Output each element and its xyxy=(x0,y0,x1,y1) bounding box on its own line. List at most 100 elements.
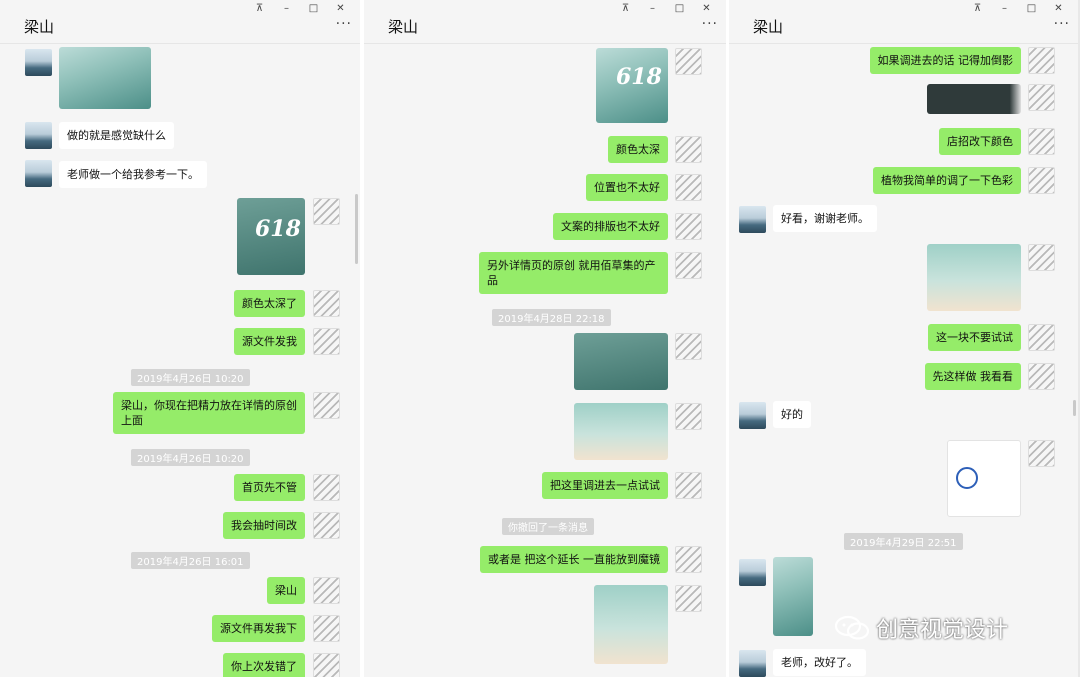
self-avatar[interactable] xyxy=(1028,167,1055,194)
image-message[interactable] xyxy=(927,244,1021,311)
chat-title: 梁山 xyxy=(388,18,419,36)
pin-button[interactable]: ⊼ xyxy=(612,1,639,17)
chat-window-1: 梁山 ⊼ – □ ✕ ··· 做的就是感觉缺什么 老师做一个给我参考一下。 61… xyxy=(0,0,360,677)
self-avatar[interactable] xyxy=(1028,47,1055,74)
watermark: 创意视觉设计 xyxy=(834,612,1008,644)
timestamp: 2019年4月28日 22:18 xyxy=(492,309,611,326)
self-avatar[interactable] xyxy=(313,615,340,642)
message-bubble[interactable]: 老师，改好了。 xyxy=(773,649,866,676)
minimize-button[interactable]: – xyxy=(991,1,1018,17)
message-bubble[interactable]: 店招改下颜色 xyxy=(939,128,1021,155)
message-bubble[interactable]: 你上次发错了 xyxy=(223,653,305,677)
self-avatar[interactable] xyxy=(675,252,702,279)
timestamp: 你撤回了一条消息 xyxy=(502,518,594,535)
image-message[interactable]: 618 xyxy=(237,198,305,275)
timestamp: 2019年4月29日 22:51 xyxy=(844,533,963,550)
self-avatar[interactable] xyxy=(675,174,702,201)
message-bubble[interactable]: 把这里调进去一点试试 xyxy=(542,472,668,499)
image-message[interactable] xyxy=(59,47,151,109)
self-avatar[interactable] xyxy=(675,213,702,240)
message-bubble[interactable]: 颜色太深了 xyxy=(234,290,305,317)
contact-avatar[interactable] xyxy=(25,49,52,76)
chat-header: 梁山 ⊼ – □ ✕ ··· xyxy=(364,0,726,44)
self-avatar[interactable] xyxy=(675,472,702,499)
message-bubble[interactable]: 植物我简单的调了一下色彩 xyxy=(873,167,1021,194)
message-bubble[interactable]: 或者是 把这个延长 一直能放到魔镜 xyxy=(480,546,668,573)
pin-button[interactable]: ⊼ xyxy=(964,1,991,17)
self-avatar[interactable] xyxy=(313,474,340,501)
self-avatar[interactable] xyxy=(313,512,340,539)
self-avatar[interactable] xyxy=(675,333,702,360)
self-avatar[interactable] xyxy=(1028,128,1055,155)
self-avatar[interactable] xyxy=(1028,84,1055,111)
timestamp: 2019年4月26日 10:20 xyxy=(131,449,250,466)
image-overlay-text: 618 xyxy=(616,64,662,90)
more-options-button[interactable]: ··· xyxy=(336,16,352,32)
close-button[interactable]: ✕ xyxy=(327,1,354,17)
close-button[interactable]: ✕ xyxy=(693,1,720,17)
maximize-button[interactable]: □ xyxy=(666,1,693,17)
image-message[interactable] xyxy=(773,557,813,636)
minimize-button[interactable]: – xyxy=(273,1,300,17)
self-avatar[interactable] xyxy=(1028,244,1055,271)
self-avatar[interactable] xyxy=(675,136,702,163)
maximize-button[interactable]: □ xyxy=(1018,1,1045,17)
self-avatar[interactable] xyxy=(675,48,702,75)
self-avatar[interactable] xyxy=(1028,440,1055,467)
maximize-button[interactable]: □ xyxy=(300,1,327,17)
self-avatar[interactable] xyxy=(313,198,340,225)
message-bubble[interactable]: 位置也不太好 xyxy=(586,174,668,201)
more-options-button[interactable]: ··· xyxy=(702,16,718,32)
self-avatar[interactable] xyxy=(675,546,702,573)
image-message[interactable] xyxy=(594,585,668,664)
image-message[interactable] xyxy=(947,440,1021,517)
message-bubble[interactable]: 如果调进去的话 记得加倒影 xyxy=(869,47,1021,74)
message-bubble[interactable]: 源文件再发我下 xyxy=(212,615,305,642)
self-avatar[interactable] xyxy=(313,653,340,677)
message-bubble[interactable]: 源文件发我 xyxy=(234,328,305,355)
contact-avatar[interactable] xyxy=(25,160,52,187)
scrollbar-thumb[interactable] xyxy=(1073,400,1076,416)
contact-avatar[interactable] xyxy=(25,122,52,149)
contact-avatar[interactable] xyxy=(739,559,766,586)
image-detail xyxy=(956,467,978,489)
scrollbar-thumb[interactable] xyxy=(355,194,358,264)
image-message[interactable]: 618 xyxy=(596,48,668,123)
more-options-button[interactable]: ··· xyxy=(1054,16,1070,32)
message-bubble[interactable]: 我会抽时间改 xyxy=(223,512,305,539)
message-bubble[interactable]: 这一块不要试试 xyxy=(928,324,1021,351)
message-bubble[interactable]: 文案的排版也不太好 xyxy=(553,213,668,240)
message-bubble[interactable]: 好的 xyxy=(773,401,811,428)
image-message[interactable] xyxy=(574,403,668,460)
message-bubble[interactable]: 先这样做 我看看 xyxy=(924,363,1021,390)
message-bubble[interactable]: 做的就是感觉缺什么 xyxy=(59,122,174,149)
image-message[interactable] xyxy=(927,84,1021,114)
self-avatar[interactable] xyxy=(313,577,340,604)
message-bubble[interactable]: 颜色太深 xyxy=(608,136,668,163)
pin-button[interactable]: ⊼ xyxy=(246,1,273,17)
self-avatar[interactable] xyxy=(313,328,340,355)
chat-window-3: 梁山 ⊼ – □ ✕ ··· 如果调进去的话 记得加倒影 店招改下颜色 植物我简… xyxy=(729,0,1078,677)
message-bubble[interactable]: 梁山，你现在把精力放在详情的原创上面 xyxy=(113,392,305,434)
image-message[interactable] xyxy=(574,333,668,390)
message-bubble[interactable]: 首页先不管 xyxy=(234,474,305,501)
close-button[interactable]: ✕ xyxy=(1045,1,1072,17)
message-bubble[interactable]: 另外详情页的原创 就用佰草集的产品 xyxy=(479,252,668,294)
contact-avatar[interactable] xyxy=(739,206,766,233)
wechat-official-account-icon xyxy=(834,614,870,642)
minimize-button[interactable]: – xyxy=(639,1,666,17)
contact-avatar[interactable] xyxy=(739,650,766,677)
contact-avatar[interactable] xyxy=(739,402,766,429)
self-avatar[interactable] xyxy=(675,403,702,430)
self-avatar[interactable] xyxy=(313,392,340,419)
message-bubble[interactable]: 梁山 xyxy=(267,577,305,604)
self-avatar[interactable] xyxy=(1028,324,1055,351)
self-avatar[interactable] xyxy=(313,290,340,317)
self-avatar[interactable] xyxy=(1028,363,1055,390)
window-controls: ⊼ – □ ✕ xyxy=(246,1,354,17)
message-bubble[interactable]: 老师做一个给我参考一下。 xyxy=(59,161,207,188)
chat-header: 梁山 ⊼ – □ ✕ ··· xyxy=(729,0,1078,44)
window-controls: ⊼ – □ ✕ xyxy=(964,1,1072,17)
self-avatar[interactable] xyxy=(675,585,702,612)
message-bubble[interactable]: 好看，谢谢老师。 xyxy=(773,205,877,232)
